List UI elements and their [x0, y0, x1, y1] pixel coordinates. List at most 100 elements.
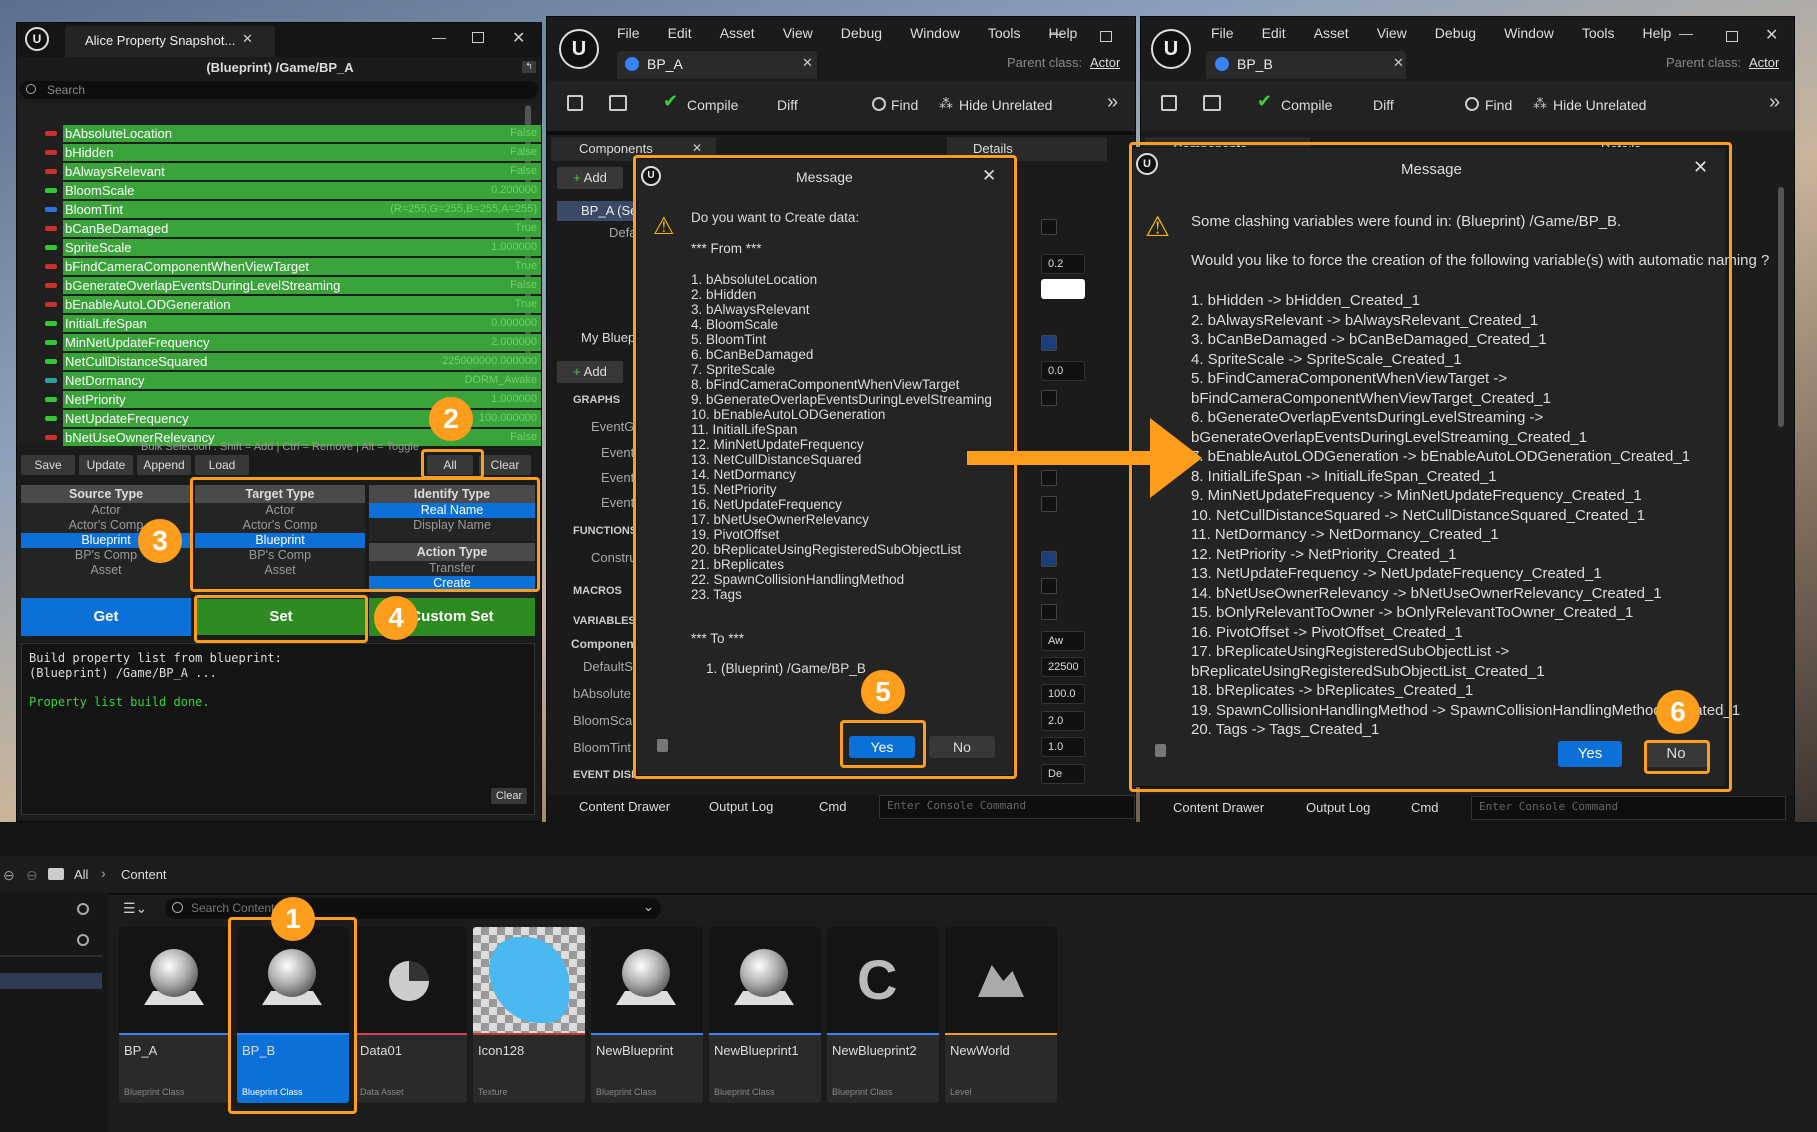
property-row[interactable]: MinNetUpdateFrequency 2.000000	[63, 334, 541, 351]
detail-value-4[interactable]: 100.0	[1041, 684, 1085, 704]
save-icon[interactable]	[567, 95, 583, 111]
tab-close-icon[interactable]: ✕	[1393, 55, 1404, 71]
append-button[interactable]: Append	[137, 455, 191, 475]
find-button[interactable]: Find	[891, 97, 918, 113]
asset-tile[interactable]: Data01 Data Asset	[355, 927, 467, 1103]
property-row[interactable]: BloomScale 0.200000	[63, 182, 541, 199]
var-item-2[interactable]: bAbsolute	[573, 686, 631, 701]
property-row[interactable]: SpriteScale 1.000000	[63, 239, 541, 256]
get-button[interactable]: Get	[21, 598, 191, 636]
browse-icon[interactable]	[609, 95, 627, 111]
property-row[interactable]: BloomTint (R=255,G=255,B=255,A=255)	[63, 201, 541, 218]
pin-icon[interactable]: ↰	[522, 61, 536, 73]
var-item-4[interactable]: BloomTint	[573, 740, 631, 755]
panel-close-icon[interactable]: ✕	[692, 141, 702, 155]
close-icon[interactable]: ✕	[512, 28, 525, 48]
add-component-button[interactable]: + Add	[557, 167, 623, 189]
tab-bp-b[interactable]: BP_B	[1237, 56, 1273, 72]
menu-view[interactable]: View	[1377, 25, 1407, 41]
detail-value-5[interactable]: 2.0	[1041, 711, 1085, 731]
asset-tile[interactable]: NewBlueprint Blueprint Class	[591, 927, 703, 1103]
close-icon[interactable]: ✕	[1765, 25, 1778, 45]
property-row[interactable]: InitialLifeSpan 0.000000	[63, 315, 541, 332]
cmd-dropdown[interactable]: Cmd	[819, 799, 846, 814]
save-icon[interactable]	[1161, 95, 1177, 111]
event-dispatchers-section[interactable]: EVENT DISP	[573, 769, 638, 781]
property-row[interactable]: bAbsoluteLocation False	[63, 125, 541, 142]
tab-bp-a[interactable]: BP_A	[647, 56, 683, 72]
filter-icon[interactable]: ☰⌄	[123, 900, 147, 917]
property-row[interactable]: bGenerateOverlapEventsDuringLevelStreami…	[63, 277, 541, 294]
menu-view[interactable]: View	[783, 25, 813, 41]
log-clear-button[interactable]: Clear	[491, 788, 527, 804]
maximize-icon[interactable]	[1100, 31, 1112, 42]
menu-tools[interactable]: Tools	[988, 25, 1021, 41]
asset-tile[interactable]: C NewBlueprint2 Blueprint Class	[827, 927, 939, 1103]
property-row[interactable]: NetCullDistanceSquared 225000000.000000	[63, 353, 541, 370]
maximize-icon[interactable]	[1726, 31, 1738, 42]
event-item-3[interactable]: Event	[601, 495, 634, 510]
property-row[interactable]: bAlwaysRelevant False	[63, 163, 541, 180]
menu-window[interactable]: Window	[1504, 25, 1554, 41]
browse-icon[interactable]	[1203, 95, 1221, 111]
output-log-button[interactable]: Output Log	[709, 799, 773, 814]
components-panel-tab[interactable]: Components	[579, 141, 653, 156]
breadcrumb-content[interactable]: Content	[121, 867, 167, 882]
hide-unrelated-button[interactable]: Hide Unrelated	[959, 97, 1052, 113]
source-asset[interactable]: Asset	[21, 563, 191, 578]
detail-value-0[interactable]: 0.2	[1041, 254, 1085, 274]
minimize-icon[interactable]: —	[1049, 25, 1063, 41]
detail-checkbox[interactable]	[1041, 604, 1057, 620]
property-row[interactable]: NetDormancy DORM_Awake	[63, 372, 541, 389]
minimize-icon[interactable]: —	[1679, 25, 1693, 41]
menu-asset[interactable]: Asset	[1314, 25, 1349, 41]
detail-checkbox[interactable]	[1041, 390, 1057, 406]
tab-close-icon[interactable]: ✕	[242, 31, 253, 47]
clear-button[interactable]: Clear	[479, 455, 531, 475]
menu-tools[interactable]: Tools	[1582, 25, 1615, 41]
my-blueprint-tab[interactable]: My Bluep	[581, 330, 635, 345]
var-item-3[interactable]: BloomScal	[573, 713, 635, 728]
load-button[interactable]: Load	[195, 455, 249, 475]
construct-item[interactable]: Constru	[591, 550, 637, 565]
detail-value-7[interactable]: De	[1041, 764, 1085, 784]
menu-asset[interactable]: Asset	[720, 25, 755, 41]
right-scrollbar[interactable]	[1778, 187, 1784, 427]
asset-tile[interactable]: Icon128 Texture	[473, 927, 585, 1103]
property-row[interactable]: bHidden False	[63, 144, 541, 161]
components-subsection[interactable]: Component	[571, 637, 638, 651]
details-panel-tab[interactable]: Details	[973, 141, 1013, 156]
parent-class-value[interactable]: Actor	[1090, 55, 1120, 70]
diff-button[interactable]: Diff	[777, 97, 798, 113]
hide-unrelated-button[interactable]: Hide Unrelated	[1553, 97, 1646, 113]
menu-help[interactable]: Help	[1643, 25, 1672, 41]
sidebar-search-icon[interactable]	[77, 934, 89, 946]
detail-checkbox[interactable]	[1041, 470, 1057, 486]
eventgraph-item[interactable]: EventG	[591, 419, 634, 434]
sidebar-selected-folder[interactable]	[0, 973, 102, 989]
tab-close-icon[interactable]: ✕	[802, 55, 813, 71]
tree-root[interactable]: BP_A (Se	[581, 203, 637, 218]
back-icon[interactable]: ⊖	[3, 867, 15, 884]
output-log-button[interactable]: Output Log	[1306, 800, 1370, 815]
event-item-2[interactable]: Event	[601, 470, 634, 485]
detail-checkbox[interactable]	[1041, 335, 1057, 351]
detail-checkbox[interactable]	[1041, 219, 1057, 235]
add-variable-button[interactable]: + Add	[557, 361, 623, 383]
compile-button[interactable]: Compile	[687, 97, 738, 113]
compile-button[interactable]: Compile	[1281, 97, 1332, 113]
detail-value-6[interactable]: 1.0	[1041, 737, 1085, 757]
property-row[interactable]: bFindCameraComponentWhenViewTarget True	[63, 258, 541, 275]
var-item-1[interactable]: DefaultS	[583, 659, 633, 674]
menu-file[interactable]: File	[1211, 25, 1234, 41]
cmd-dropdown[interactable]: Cmd	[1411, 800, 1438, 815]
macros-section[interactable]: MACROS	[573, 585, 622, 597]
overflow-chevron-icon[interactable]: »	[1107, 91, 1118, 114]
menu-window[interactable]: Window	[910, 25, 960, 41]
property-row[interactable]: bEnableAutoLODGeneration True	[63, 296, 541, 313]
parent-class-value[interactable]: Actor	[1749, 55, 1779, 70]
minimize-icon[interactable]: —	[432, 29, 446, 45]
asset-tile[interactable]: NewBlueprint1 Blueprint Class	[709, 927, 821, 1103]
breadcrumb-all[interactable]: All	[74, 867, 88, 882]
content-drawer-button[interactable]: Content Drawer	[1173, 800, 1264, 815]
